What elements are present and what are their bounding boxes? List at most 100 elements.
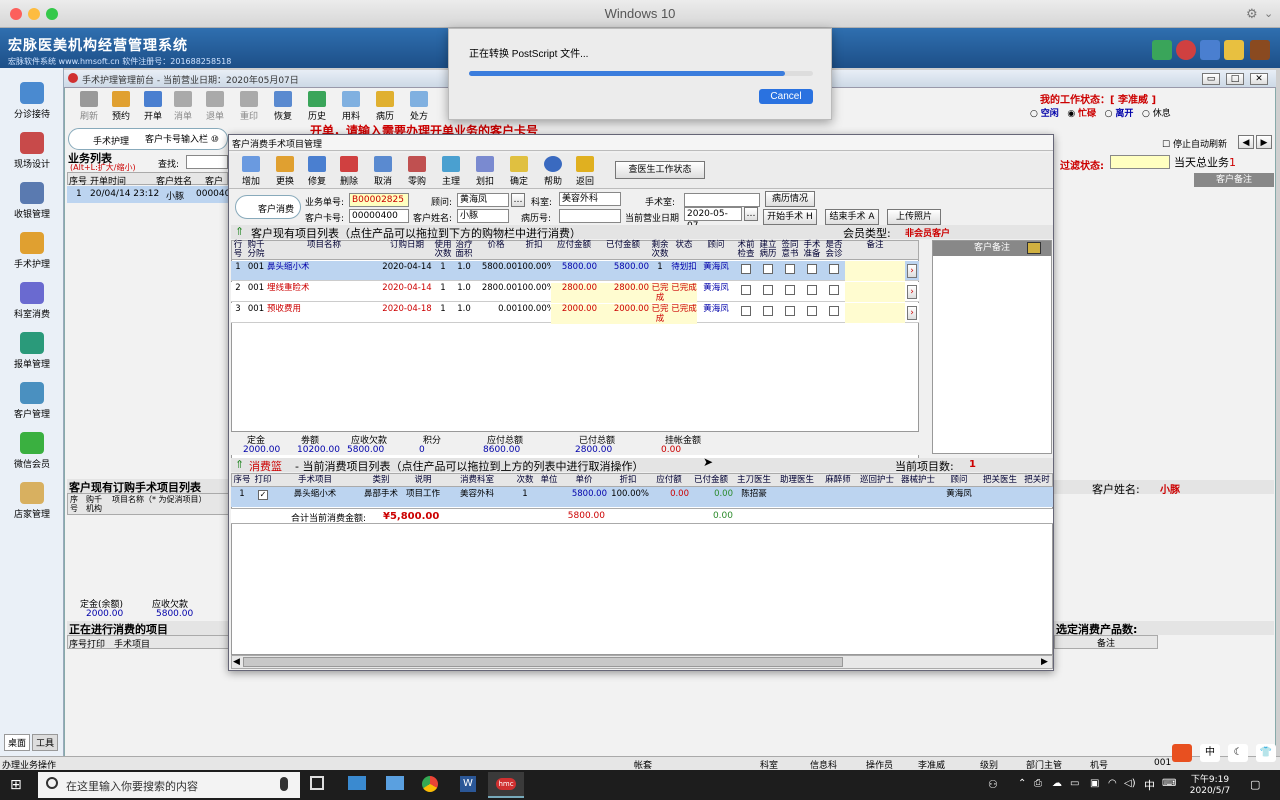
toolbar-reprint-button[interactable]: 重印 [234,90,264,122]
toolbar-refresh-button[interactable]: 刷新 [74,90,104,122]
toolbar-restore-button[interactable]: 恢复 [268,90,298,122]
card-no-field[interactable]: 00000400 [349,209,409,223]
sidebar-item-surgery[interactable]: 手术护理 [2,228,62,278]
next-arrow-button[interactable]: ▶ [1256,135,1272,149]
row-checkbox[interactable] [741,285,751,295]
row-checkbox[interactable] [807,285,817,295]
row-checkbox[interactable] [829,306,839,316]
chrome-icon[interactable] [422,776,438,792]
dialog-retail-button[interactable]: 零购 [401,155,433,187]
file-explorer-icon[interactable] [348,776,366,790]
row-checkbox[interactable] [763,285,773,295]
filter-select[interactable] [1110,155,1170,169]
dialog-deduct-button[interactable]: 划扣 [469,155,501,187]
row-checkbox[interactable] [785,264,795,274]
ime-button[interactable]: 中 [1200,744,1220,762]
scroll-left-arrow[interactable]: ◀ [233,657,240,667]
dialog-help-button[interactable]: 帮助 [537,155,569,187]
cloud-icon[interactable]: ☁ [1052,778,1062,789]
printer-tray-icon[interactable]: ⎙ [1034,778,1042,789]
app-icon[interactable] [386,776,404,790]
sidebar-item-cashier[interactable]: 收银管理 [2,178,62,228]
end-surgery-button[interactable]: 结束手术 A [825,209,879,225]
row-expand-button[interactable]: › [907,264,917,278]
row-checkbox[interactable] [741,306,751,316]
sidebar-item-triage[interactable]: 分诊接待 [2,78,62,128]
operating-room-field[interactable] [684,193,760,207]
row-checkbox[interactable] [785,285,795,295]
volume-icon[interactable]: ◁) [1124,778,1136,789]
word-icon[interactable]: W [460,776,476,792]
people-tray-icon[interactable]: ⚇ [988,778,998,791]
microphone-icon[interactable] [280,777,288,791]
refresh-icon[interactable] [1200,40,1220,60]
tray-chevron-icon[interactable]: ⌃ [1018,778,1026,789]
row-checkbox[interactable] [807,264,817,274]
medical-history-button[interactable]: 病历情况 [765,191,815,207]
windows-start-icon[interactable]: ⊞ [10,777,26,793]
heart-icon[interactable] [1176,40,1196,60]
chevron-down-icon[interactable]: ⌄ [1264,7,1273,20]
date-picker-button[interactable]: … [744,207,758,221]
dept-select[interactable]: 美容外科 [559,192,621,206]
dialog-cancel-button[interactable]: 取消 [367,155,399,187]
sidebar-item-dept-consume[interactable]: 科室消费 [2,278,62,328]
network-icon[interactable]: ▣ [1090,778,1099,789]
status-rest-radio[interactable]: ○ 休息 [1142,109,1171,119]
gear-icon[interactable]: ⚙ [1246,7,1258,22]
check-doctor-status-button[interactable]: 查医生工作状态 [615,161,705,179]
row-checkbox[interactable] [829,285,839,295]
toolbar-reserve-button[interactable]: 预约 [106,90,136,122]
dialog-delete-button[interactable]: 删除 [333,155,365,187]
upload-photo-button[interactable]: 上传照片 [887,209,941,225]
phone-icon[interactable] [1152,40,1172,60]
scroll-right-arrow[interactable]: ▶ [1041,657,1048,667]
inner-maximize-button[interactable]: □ [1226,73,1244,85]
sidebar-item-store[interactable]: 店家管理 [2,478,62,528]
note-cell[interactable] [845,303,905,323]
dialog-replace-button[interactable]: 更换 [269,155,301,187]
order-no-field[interactable]: B00002825 [349,193,409,207]
status-away-radio[interactable]: ○ 离开 [1105,109,1134,119]
row-checkbox[interactable] [807,306,817,316]
row-expand-button[interactable]: › [907,285,917,299]
keyboard-icon[interactable]: ⌨ [1162,778,1176,789]
row-checkbox[interactable] [829,264,839,274]
dialog-repair-button[interactable]: 修复 [301,155,333,187]
auto-refresh-checkbox[interactable]: ☐ 停止自动刷新 [1162,137,1227,150]
dialog-add-button[interactable]: 增加 [235,155,267,187]
row-checkbox[interactable] [785,306,795,316]
inner-close-button[interactable]: ✕ [1250,73,1268,85]
moon-icon[interactable]: ☾ [1228,744,1248,762]
row-checkbox[interactable] [741,264,751,274]
sidebar-item-report[interactable]: 报单管理 [2,328,62,378]
tab-tools[interactable]: 工具 [32,734,59,751]
note-cell[interactable] [845,261,905,281]
sogou-icon[interactable] [1172,744,1192,762]
battery-icon[interactable]: ▭ [1070,778,1079,789]
toolbar-return-button[interactable]: 退单 [200,90,230,122]
note-edit-icon[interactable] [1027,242,1041,254]
toolbar-open-button[interactable]: 开单 [138,90,168,122]
row-expand-button[interactable]: › [907,306,917,320]
shirt-icon[interactable]: 👕 [1256,744,1276,762]
task-view-icon[interactable] [310,776,324,790]
inner-minimize-button[interactable]: ▭ [1202,73,1220,85]
toolbar-materials-button[interactable]: 用料 [336,90,366,122]
status-idle-radio[interactable]: ○ 空闲 [1030,109,1059,119]
folder-icon[interactable] [1224,40,1244,60]
notification-icon[interactable]: ▢ [1250,778,1260,791]
consultant-picker-button[interactable]: … [511,193,525,207]
status-busy-radio[interactable]: ◉ 忙碌 [1067,109,1096,119]
print-checkbox[interactable]: ✓ [258,490,268,500]
scrollbar-thumb[interactable] [243,657,843,667]
toolbar-cancel-order-button[interactable]: 消单 [168,90,198,122]
customer-name-field[interactable]: 小豚 [457,209,509,223]
dialog-main-button[interactable]: 主理 [435,155,467,187]
dialog-confirm-button[interactable]: 确定 [503,155,535,187]
cancel-button[interactable]: Cancel [759,89,813,104]
start-surgery-button[interactable]: 开始手术 H [763,209,817,225]
toolbar-record-button[interactable]: 病历 [370,90,400,122]
search-input[interactable] [186,155,228,169]
exit-door-icon[interactable] [1250,40,1270,60]
